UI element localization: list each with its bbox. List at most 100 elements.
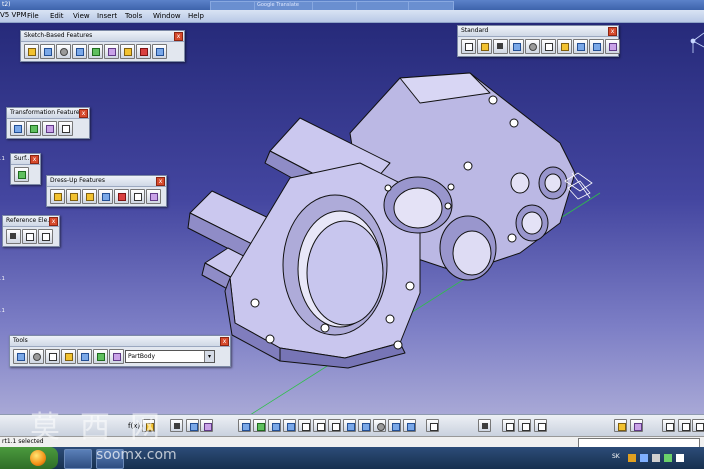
paste-icon[interactable]: [557, 39, 572, 54]
swap-visible-icon[interactable]: [200, 419, 213, 432]
browser-tab[interactable]: [210, 1, 256, 10]
fit-all-icon[interactable]: [253, 419, 266, 432]
loft-icon[interactable]: [136, 44, 151, 59]
start-button[interactable]: [0, 447, 58, 469]
rib-icon[interactable]: [88, 44, 103, 59]
menu-insert[interactable]: Insert: [97, 12, 117, 20]
compass-icon[interactable]: [690, 32, 704, 53]
tree-node[interactable]: .1: [0, 308, 5, 314]
remove-loft-icon[interactable]: [152, 44, 167, 59]
rotate-icon[interactable]: [283, 419, 296, 432]
scan-icon[interactable]: [109, 349, 124, 364]
fillet-icon[interactable]: [50, 189, 65, 204]
redo-icon[interactable]: [589, 39, 604, 54]
print-icon[interactable]: [509, 39, 524, 54]
toolbar-sketch-based-features[interactable]: Sketch-Based Features x: [20, 30, 185, 62]
knowledge-icon[interactable]: [630, 419, 643, 432]
slot-icon[interactable]: [104, 44, 119, 59]
close-icon[interactable]: x: [156, 177, 165, 186]
close-icon[interactable]: x: [30, 155, 39, 164]
menu-tools[interactable]: Tools: [125, 12, 142, 20]
browser-tab[interactable]: [356, 1, 410, 10]
copy-icon[interactable]: [541, 39, 556, 54]
draft-icon[interactable]: [82, 189, 97, 204]
split-icon[interactable]: [14, 167, 29, 182]
toolbar-dress-up-features[interactable]: Dress-Up Features x: [46, 175, 167, 207]
task-skype-icon[interactable]: [64, 449, 92, 469]
tray-icons[interactable]: [626, 451, 696, 465]
measure-inertia-icon[interactable]: [534, 419, 547, 432]
pocket-icon[interactable]: [40, 44, 55, 59]
formula-icon[interactable]: [29, 349, 44, 364]
chevron-down-icon[interactable]: ▾: [204, 351, 214, 362]
toolbar-transformation-features[interactable]: Transformation Features x: [6, 107, 90, 139]
translation-icon[interactable]: [10, 121, 25, 136]
pan-icon[interactable]: [268, 419, 281, 432]
shell-icon[interactable]: [98, 189, 113, 204]
open-icon[interactable]: [477, 39, 492, 54]
zoom-in-icon[interactable]: [298, 419, 311, 432]
menu-file[interactable]: File: [27, 12, 39, 20]
line-icon[interactable]: [22, 229, 37, 244]
new-icon[interactable]: [461, 39, 476, 54]
more-icon[interactable]: [692, 419, 704, 432]
gearbox-housing[interactable]: [187, 72, 576, 369]
fly-mode-icon[interactable]: [238, 419, 251, 432]
apply-material-icon[interactable]: [614, 419, 627, 432]
close-icon[interactable]: x: [49, 217, 58, 226]
close-icon[interactable]: x: [79, 109, 88, 118]
normal-view-icon[interactable]: [328, 419, 341, 432]
undo-icon[interactable]: [573, 39, 588, 54]
plane-icon[interactable]: [38, 229, 53, 244]
menu-window[interactable]: Window: [153, 12, 181, 20]
shading-icon[interactable]: [373, 419, 386, 432]
update-icon[interactable]: [13, 349, 28, 364]
browser-tab[interactable]: [312, 1, 358, 10]
search-icon[interactable]: [662, 419, 675, 432]
material-icon[interactable]: [426, 419, 439, 432]
toolbar-standard[interactable]: Standard x: [457, 25, 620, 57]
axis-system-create-icon[interactable]: [45, 349, 60, 364]
scaling-icon[interactable]: [58, 121, 73, 136]
measure-between-icon[interactable]: [502, 419, 515, 432]
iso-view-icon[interactable]: [343, 419, 356, 432]
close-icon[interactable]: x: [174, 32, 183, 41]
toolbar-surface-features[interactable]: Surf... x: [10, 153, 41, 185]
point-icon[interactable]: [6, 229, 21, 244]
help-icon[interactable]: [605, 39, 620, 54]
publication-icon[interactable]: [93, 349, 108, 364]
thickness-icon[interactable]: [114, 189, 129, 204]
shaft-icon[interactable]: [56, 44, 71, 59]
close-icon[interactable]: x: [220, 337, 229, 346]
menu-view[interactable]: View: [73, 12, 90, 20]
toolbar-tools[interactable]: Tools x PartBody ▾: [9, 335, 231, 367]
browser-tab-translate[interactable]: Google Translate: [254, 1, 314, 10]
sketch-analysis-icon[interactable]: [478, 419, 491, 432]
pattern-icon[interactable]: [42, 121, 57, 136]
toolbar-reference-elements[interactable]: Reference Ele... x: [2, 215, 60, 247]
tree-node[interactable]: .1: [0, 156, 5, 162]
menu-edit[interactable]: Edit: [50, 12, 64, 20]
hole-icon[interactable]: [72, 44, 87, 59]
measure-item-icon[interactable]: [518, 419, 531, 432]
browser-tab[interactable]: [408, 1, 454, 10]
view-mode-icon[interactable]: [358, 419, 371, 432]
zoom-out-icon[interactable]: [313, 419, 326, 432]
grid-icon[interactable]: [678, 419, 691, 432]
language-indicator[interactable]: SK: [612, 453, 620, 460]
measure-icon[interactable]: [61, 349, 76, 364]
tree-node[interactable]: .1: [0, 276, 5, 282]
save-icon[interactable]: [493, 39, 508, 54]
hide-icon[interactable]: [388, 419, 401, 432]
windows-orb-icon[interactable]: [30, 450, 46, 466]
cut-icon[interactable]: [525, 39, 540, 54]
remove-face-icon[interactable]: [146, 189, 161, 204]
close-icon[interactable]: x: [608, 27, 617, 36]
catalog-icon[interactable]: [77, 349, 92, 364]
menu-help[interactable]: Help: [188, 12, 204, 20]
mirror-icon[interactable]: [26, 121, 41, 136]
swap-icon[interactable]: [403, 419, 416, 432]
thread-icon[interactable]: [130, 189, 145, 204]
pad-icon[interactable]: [24, 44, 39, 59]
chamfer-icon[interactable]: [66, 189, 81, 204]
